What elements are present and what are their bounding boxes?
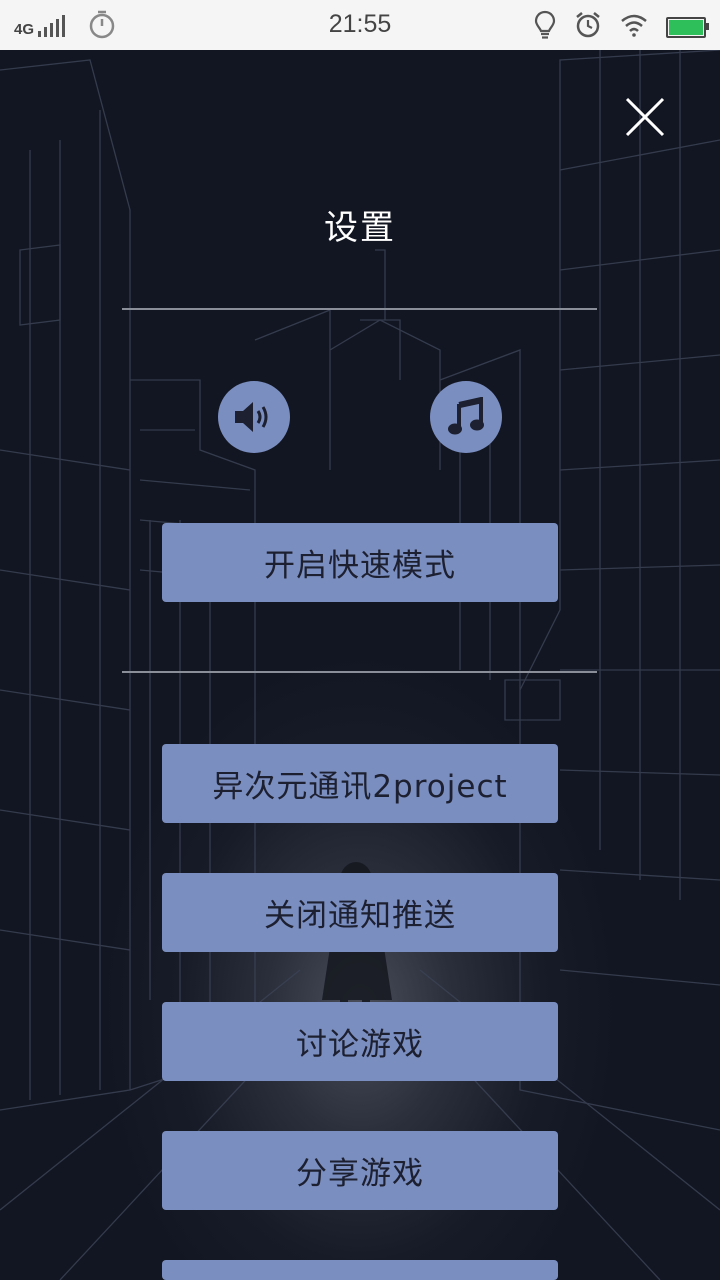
menu-item-share-game[interactable]: 分享游戏 bbox=[162, 1131, 558, 1210]
close-icon bbox=[625, 97, 665, 137]
divider-top bbox=[122, 308, 597, 310]
menu-item-discuss-game[interactable]: 讨论游戏 bbox=[162, 1002, 558, 1081]
menu-item-partial[interactable] bbox=[162, 1260, 558, 1280]
status-bar: 4G 21:55 bbox=[0, 0, 720, 50]
speaker-icon bbox=[235, 402, 268, 432]
background-scene: 设置 开启快速模式 异次元通讯2project 关闭通知推送 讨论游戏 分享游戏 bbox=[0, 50, 720, 1280]
fast-mode-button[interactable]: 开启快速模式 bbox=[162, 523, 558, 602]
music-toggle-button[interactable] bbox=[430, 381, 502, 453]
alarm-icon bbox=[574, 11, 602, 43]
sound-toggle-button[interactable] bbox=[218, 381, 290, 453]
close-button[interactable] bbox=[622, 94, 668, 140]
battery-charging-icon bbox=[666, 16, 709, 38]
divider-middle bbox=[122, 671, 597, 673]
wifi-icon bbox=[620, 13, 648, 41]
menu-item-project[interactable]: 异次元通讯2project bbox=[162, 744, 558, 823]
bulb-icon bbox=[534, 10, 556, 44]
music-note-icon bbox=[448, 397, 484, 435]
menu-item-disable-notifications[interactable]: 关闭通知推送 bbox=[162, 873, 558, 952]
status-right bbox=[516, 10, 709, 44]
page-title: 设置 bbox=[324, 208, 396, 248]
